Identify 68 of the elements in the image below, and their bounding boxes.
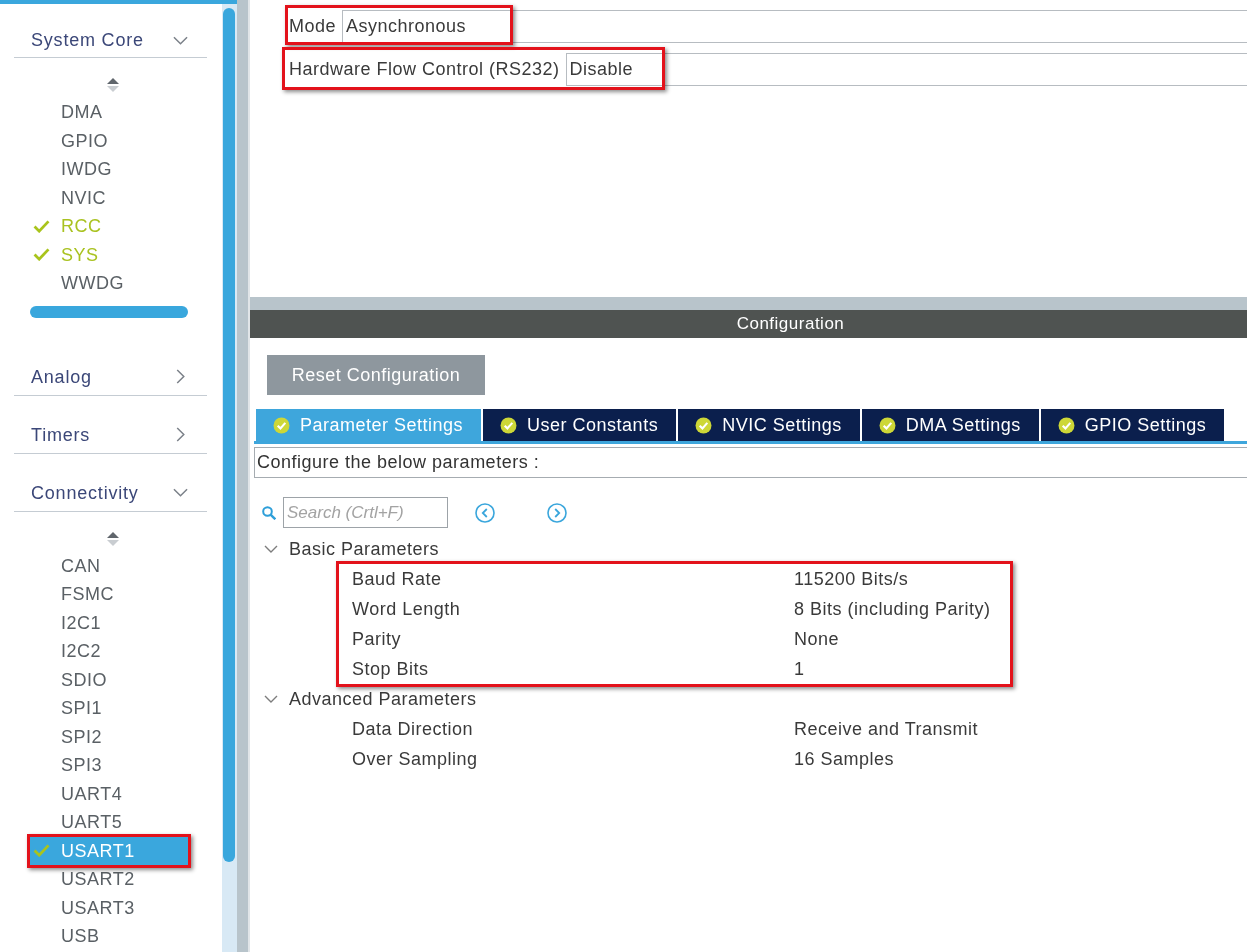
parameter-name: Baud Rate <box>352 568 442 590</box>
sidebar-item[interactable]: USART3 <box>27 893 191 922</box>
dropdown-field[interactable]: Disable <box>565 53 1247 86</box>
left-chevron-circle-icon[interactable] <box>475 502 495 523</box>
parameter-name: Word Length <box>352 598 461 620</box>
sidebar-item[interactable]: USB <box>27 922 191 951</box>
check-circle-icon <box>878 416 896 434</box>
description-bar: Configure the below parameters : <box>254 447 1247 478</box>
check-icon <box>33 844 50 858</box>
parameter-name: Stop Bits <box>352 658 429 680</box>
sidebar-item[interactable]: DMA <box>27 98 191 127</box>
dropdown-field[interactable]: Asynchronous <box>342 10 1247 43</box>
search-icon <box>262 505 276 520</box>
sort-icon[interactable] <box>107 531 119 546</box>
parameter-name: Parity <box>352 628 401 650</box>
sidebar-item[interactable]: I2C2 <box>27 637 191 666</box>
check-icon <box>33 248 50 262</box>
check-circle-icon <box>500 416 518 434</box>
category-header[interactable]: Timers <box>14 423 207 454</box>
category-header[interactable]: System Core <box>14 29 207 58</box>
category-header[interactable]: Analog <box>14 365 207 396</box>
sidebar-item[interactable]: NVIC <box>27 183 191 212</box>
sidebar-item[interactable]: IWDG <box>27 155 191 184</box>
parameter-value[interactable]: 1 <box>794 658 805 680</box>
chevron-down-icon[interactable] <box>264 695 278 703</box>
sort-icon[interactable] <box>107 78 119 92</box>
sidebar-item[interactable]: SPI3 <box>27 751 191 780</box>
parameter-value[interactable]: 16 Samples <box>794 748 895 770</box>
sidebar-item[interactable]: SPI1 <box>27 694 191 723</box>
sidebar-item[interactable]: SPI2 <box>27 722 191 751</box>
chevron-right-icon <box>176 369 185 384</box>
sidebar-item[interactable]: CAN <box>27 551 191 580</box>
right-chevron-circle-icon[interactable] <box>547 502 567 523</box>
tab[interactable]: NVIC Settings <box>678 409 860 441</box>
tab[interactable]: GPIO Settings <box>1040 409 1225 441</box>
sidebar-item[interactable]: GPIO <box>27 126 191 155</box>
chevron-down-icon <box>173 35 188 45</box>
tab[interactable]: DMA Settings <box>861 409 1039 441</box>
field-label: Mode <box>289 16 337 37</box>
sidebar-item[interactable]: WWDG <box>27 269 191 298</box>
chevron-right-icon <box>176 427 185 442</box>
parameter-value[interactable]: None <box>794 628 840 650</box>
group-title: Advanced Parameters <box>289 688 477 710</box>
parameter-value[interactable]: 8 Bits (including Parity) <box>794 598 991 620</box>
category-header[interactable]: Connectivity <box>14 481 207 512</box>
search-field[interactable]: Search (Crtl+F) <box>283 497 448 528</box>
scrollbar-thumb[interactable] <box>223 8 235 862</box>
chevron-down-icon[interactable] <box>264 545 278 553</box>
check-circle-icon <box>695 416 713 434</box>
chevron-down-icon <box>173 488 188 497</box>
splitter-bar[interactable] <box>237 0 250 952</box>
sidebar-item[interactable]: USART2 <box>27 865 191 894</box>
sidebar-item[interactable]: UART4 <box>27 779 191 808</box>
panel-header: Configuration <box>250 310 1247 338</box>
check-circle-icon <box>273 416 290 434</box>
parameter-name: Data Direction <box>352 718 474 740</box>
sidebar-item[interactable]: I2C1 <box>27 608 191 637</box>
parameter-value[interactable]: Receive and Transmit <box>794 718 979 740</box>
field-label: Hardware Flow Control (RS232) <box>289 59 560 80</box>
tab[interactable]: User Constants <box>483 409 677 441</box>
group-title: Basic Parameters <box>289 538 440 560</box>
sidebar-item[interactable]: SDIO <box>27 665 191 694</box>
sidebar-item[interactable]: FSMC <box>27 580 191 609</box>
parameter-value[interactable]: 115200 Bits/s <box>794 568 909 590</box>
parameter-name: Over Sampling <box>352 748 478 770</box>
check-icon <box>33 219 50 233</box>
horizontal-scrollbar[interactable] <box>30 305 188 318</box>
check-circle-icon <box>1057 416 1075 434</box>
